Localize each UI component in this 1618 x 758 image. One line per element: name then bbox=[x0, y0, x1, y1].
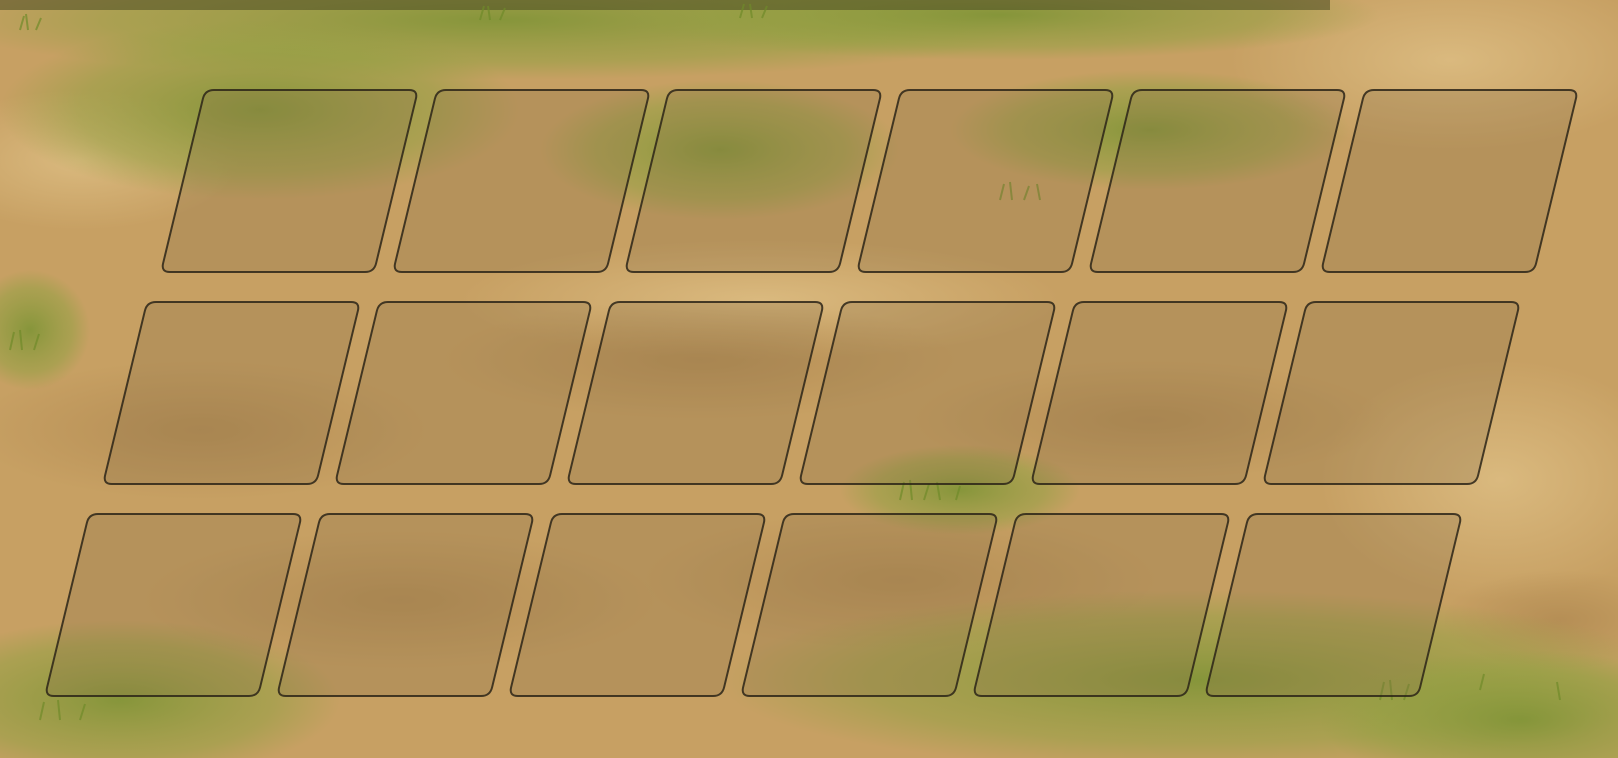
formation-slot-r3-c4[interactable] bbox=[741, 513, 998, 697]
formation-slot-r2-c1[interactable] bbox=[103, 301, 360, 485]
formation-slot-r1-c4[interactable] bbox=[857, 89, 1114, 273]
formation-slot-r1-c6[interactable] bbox=[1321, 89, 1578, 273]
formation-slot-r3-c3[interactable] bbox=[509, 513, 766, 697]
formation-slot-r2-c3[interactable] bbox=[567, 301, 824, 485]
formation-slot-r2-c6[interactable] bbox=[1263, 301, 1520, 485]
formation-slot-r3-c2[interactable] bbox=[277, 513, 534, 697]
formation-slot-r1-c1[interactable] bbox=[161, 89, 418, 273]
battlefield bbox=[0, 0, 1618, 758]
formation-slot-r1-c3[interactable] bbox=[625, 89, 882, 273]
formation-slot-r3-c1[interactable] bbox=[45, 513, 302, 697]
formation-slot-r2-c4[interactable] bbox=[799, 301, 1056, 485]
formation-slot-r1-c5[interactable] bbox=[1089, 89, 1346, 273]
formation-slot-r2-c2[interactable] bbox=[335, 301, 592, 485]
formation-slot-r3-c5[interactable] bbox=[973, 513, 1230, 697]
formation-slot-r3-c6[interactable] bbox=[1205, 513, 1462, 697]
formation-slot-r1-c2[interactable] bbox=[393, 89, 650, 273]
formation-grid bbox=[45, 89, 1578, 697]
formation-slot-r2-c5[interactable] bbox=[1031, 301, 1288, 485]
